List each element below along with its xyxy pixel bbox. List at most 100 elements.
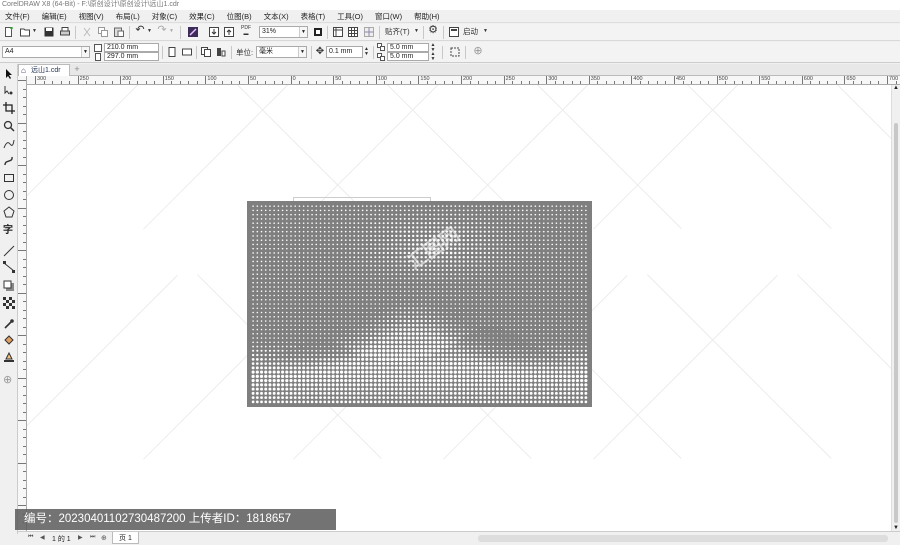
ellipse-tool-icon[interactable] — [3, 189, 15, 201]
show-rulers-icon[interactable] — [333, 27, 343, 37]
duplicate-y-field[interactable]: 5.0 mm — [387, 52, 429, 61]
launch-menu[interactable]: 启动 — [462, 25, 482, 38]
prev-page-icon[interactable]: ◀ — [40, 534, 45, 541]
launch-dropdown-arrow[interactable]: ▼ — [482, 25, 489, 38]
scroll-thumb[interactable] — [894, 123, 898, 523]
interactive-fill-tool-icon[interactable] — [3, 334, 15, 346]
snap-to-menu[interactable]: 贴齐(T) — [384, 25, 414, 38]
duplicate-x-field[interactable]: 5.0 mm — [387, 43, 429, 52]
artistic-media-tool-icon[interactable] — [3, 155, 15, 167]
undo-dropdown-arrow[interactable]: ▼ — [146, 25, 153, 38]
freehand-tool-icon[interactable] — [3, 138, 15, 150]
add-tool-icon[interactable]: ⊕ — [3, 374, 15, 386]
import-icon[interactable] — [209, 27, 219, 37]
drop-shadow-tool-icon[interactable] — [3, 280, 15, 292]
open-folder-icon[interactable] — [20, 27, 30, 37]
paste-icon[interactable] — [114, 27, 124, 37]
chevron-down-icon[interactable]: ▼ — [298, 47, 306, 57]
new-tab-plus-icon[interactable]: + — [72, 64, 82, 75]
show-guidelines-icon[interactable] — [364, 27, 374, 37]
vertical-scrollbar[interactable]: ▲ ▼ — [891, 85, 900, 531]
halftone-dot — [290, 277, 292, 280]
eyedropper-tool-icon[interactable] — [3, 318, 15, 330]
menu-item[interactable]: 布局(L) — [111, 10, 147, 23]
menu-item[interactable]: 工具(O) — [332, 10, 370, 23]
page-tab[interactable]: 页 1 — [112, 532, 139, 544]
application-launcher-icon[interactable] — [449, 27, 459, 37]
shape-tool-icon[interactable] — [3, 84, 15, 96]
page-size-combo[interactable]: A4 ▼ — [2, 46, 90, 58]
undo-icon[interactable]: ↶ — [134, 24, 146, 37]
crop-tool-icon[interactable] — [3, 102, 15, 114]
rectangle-tool-icon[interactable] — [3, 172, 15, 184]
halftone-dot — [538, 328, 541, 331]
halftone-dot — [492, 353, 495, 357]
add-page-icon[interactable]: ⊕ — [472, 45, 484, 58]
redo-dropdown-arrow[interactable]: ▼ — [168, 25, 175, 38]
halftone-dot — [357, 332, 360, 335]
save-icon[interactable] — [44, 27, 54, 37]
landscape-icon[interactable] — [182, 47, 192, 57]
units-combo[interactable]: 毫米 ▼ — [256, 46, 307, 58]
parallel-dimension-tool-icon[interactable] — [3, 245, 15, 257]
snap-dropdown-arrow[interactable]: ▼ — [413, 25, 420, 38]
cut-icon[interactable] — [82, 27, 92, 37]
nudge-spinner[interactable]: ▲ ▼ — [363, 46, 370, 59]
zoom-tool-icon[interactable] — [3, 120, 15, 132]
current-page-icon[interactable] — [216, 47, 226, 57]
last-page-icon[interactable]: ⏭ — [90, 534, 95, 541]
copy-icon[interactable] — [98, 27, 108, 37]
menu-item[interactable]: 帮助(H) — [409, 10, 446, 23]
menu-item[interactable]: 文件(F) — [0, 10, 37, 23]
page-height-field[interactable]: 297.0 mm — [104, 52, 159, 61]
smart-fill-tool-icon[interactable] — [3, 351, 15, 363]
halftone-dot — [289, 387, 293, 391]
duplicate-y-spinner[interactable]: ▲ ▼ — [429, 51, 437, 64]
text-tool-icon[interactable]: 字 — [3, 225, 15, 237]
page-border-icon[interactable] — [450, 47, 460, 57]
menu-item[interactable]: 效果(C) — [184, 10, 221, 23]
connector-tool-icon[interactable] — [3, 261, 15, 273]
transparency-tool-icon[interactable] — [3, 297, 15, 309]
zoom-level-combo[interactable]: 31% ▼ — [259, 26, 308, 38]
all-pages-icon[interactable] — [201, 47, 211, 57]
halftone-dot — [340, 264, 343, 267]
vertical-ruler[interactable] — [18, 76, 27, 532]
redo-icon[interactable]: ↷ — [156, 24, 168, 37]
polygon-tool-icon[interactable] — [3, 206, 15, 218]
document-tab[interactable]: ⌂ 远山1.cdr — [18, 64, 70, 76]
chevron-down-icon[interactable]: ▼ — [299, 27, 307, 37]
gear-icon[interactable]: ⚙ — [427, 24, 439, 37]
horizontal-ruler[interactable]: 300 250 200 150 100 50 0 50 100 150 200 250 300 350 40… — [27, 76, 900, 85]
print-icon[interactable] — [60, 27, 70, 37]
show-grid-icon[interactable] — [348, 27, 358, 37]
menu-item[interactable]: 位图(B) — [222, 10, 259, 23]
portrait-icon[interactable] — [167, 47, 177, 57]
halftone-dot — [252, 290, 254, 293]
drawing-canvas[interactable]: 汇图网 — [27, 85, 891, 531]
full-screen-icon[interactable] — [313, 27, 323, 37]
first-page-icon[interactable]: ⏮ — [28, 534, 33, 541]
new-document-icon[interactable] — [4, 27, 14, 37]
halftone-dot — [357, 294, 360, 297]
publish-pdf-icon[interactable]: PDF ▬ — [239, 24, 253, 37]
search-content-icon[interactable] — [188, 27, 198, 37]
export-icon[interactable] — [224, 27, 234, 37]
page-width-field[interactable]: 210.0 mm — [104, 43, 159, 52]
menu-item[interactable]: 视图(V) — [74, 10, 111, 23]
menu-item[interactable]: 窗口(W) — [370, 10, 409, 23]
menu-item[interactable]: 对象(C) — [147, 10, 184, 23]
menu-item[interactable]: 文本(X) — [259, 10, 296, 23]
dot-pattern-panel[interactable] — [247, 201, 592, 407]
menu-item[interactable]: 编辑(E) — [37, 10, 74, 23]
nudge-distance-field[interactable]: 0.1 mm — [326, 46, 363, 58]
add-page-icon[interactable]: ⊕ — [101, 534, 107, 542]
open-dropdown-arrow[interactable]: ▼ — [31, 25, 38, 38]
halftone-dot — [286, 256, 288, 258]
menu-item[interactable]: 表格(T) — [296, 10, 333, 23]
pick-tool-icon[interactable] — [3, 68, 15, 80]
scroll-up-arrow[interactable]: ▲ — [893, 85, 899, 91]
horizontal-scrollbar[interactable] — [478, 535, 888, 542]
chevron-down-icon[interactable]: ▼ — [81, 47, 89, 57]
next-page-icon[interactable]: ▶ — [78, 534, 83, 541]
